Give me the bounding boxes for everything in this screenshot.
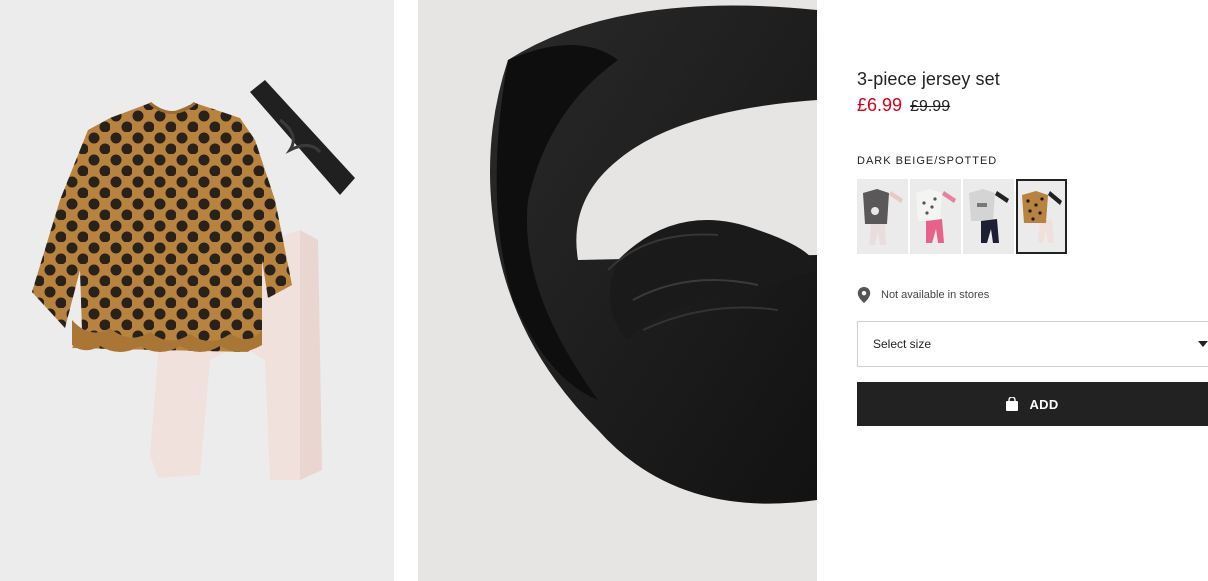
original-price: £9.99	[910, 98, 951, 115]
store-availability: Not available in stores	[857, 287, 989, 303]
headband-illustration	[490, 5, 817, 504]
shopping-bag-icon	[1006, 397, 1019, 411]
swatch-beige-spotted[interactable]	[1016, 179, 1067, 254]
add-to-bag-button[interactable]: ADD	[857, 382, 1208, 426]
grey-navy-outfit-thumbnail	[963, 179, 1014, 254]
store-availability-text: Not available in stores	[881, 289, 990, 301]
product-image-outfit[interactable]	[0, 0, 394, 581]
size-select[interactable]: Select size	[857, 321, 1208, 367]
color-swatches	[857, 179, 1067, 254]
grey-bunny-outfit-thumbnail	[857, 179, 908, 254]
size-select-label: Select size	[873, 337, 932, 351]
product-title: 3-piece jersey set	[857, 69, 1000, 89]
swatch-white-pink[interactable]	[910, 179, 961, 254]
white-pink-outfit-thumbnail	[910, 179, 961, 254]
chevron-down-icon	[1198, 341, 1208, 347]
sale-price: £6.99	[857, 95, 903, 115]
selected-color-label: DARK BEIGE/SPOTTED	[857, 155, 998, 167]
outfit-illustration	[32, 80, 355, 480]
location-pin-icon	[857, 287, 871, 303]
beige-spotted-outfit-thumbnail	[1018, 181, 1065, 252]
swatch-grey-bunny[interactable]	[857, 179, 908, 254]
product-image-headband[interactable]	[418, 0, 817, 581]
price-row: £6.99 £9.99	[857, 95, 950, 116]
swatch-grey-navy[interactable]	[963, 179, 1014, 254]
add-button-label: ADD	[1029, 396, 1059, 412]
